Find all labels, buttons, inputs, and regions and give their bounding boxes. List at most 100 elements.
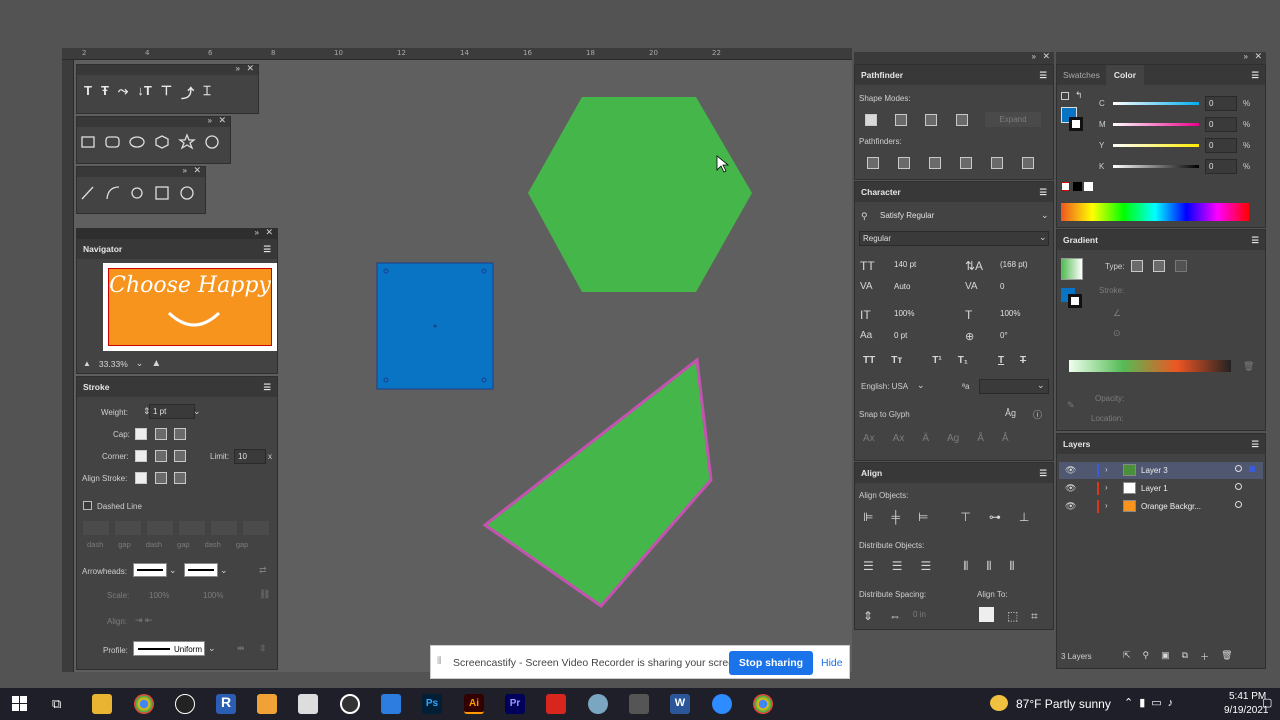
layer-name[interactable]: Layer 1 bbox=[1141, 484, 1168, 493]
close-icon[interactable]: ✕ bbox=[1042, 51, 1050, 62]
tracking-field[interactable]: 0 bbox=[997, 280, 1045, 295]
tab-color[interactable]: Color bbox=[1105, 65, 1145, 85]
channel-value-field[interactable]: 0 bbox=[1205, 138, 1237, 153]
end-arrowhead-select[interactable] bbox=[184, 563, 218, 577]
zoom-icon[interactable] bbox=[712, 694, 732, 714]
align-inside-stroke-icon[interactable] bbox=[155, 472, 167, 484]
distribute-hcenter-icon[interactable]: ⫴ bbox=[986, 559, 991, 574]
layer-name[interactable]: Orange Backgr... bbox=[1141, 502, 1201, 511]
proximity-snap-icon[interactable]: Ag bbox=[947, 433, 959, 444]
panel-menu-icon[interactable]: ☰ bbox=[1251, 70, 1265, 81]
kerning-field[interactable]: Auto bbox=[891, 280, 941, 295]
channel-value-field[interactable]: 0 bbox=[1205, 117, 1237, 132]
distribute-vcenter-icon[interactable]: ☰ bbox=[892, 559, 903, 574]
info-icon[interactable]: ⓘ bbox=[1033, 408, 1042, 421]
bevel-join-icon[interactable] bbox=[174, 450, 186, 462]
intersect-icon[interactable] bbox=[925, 114, 937, 126]
snap-glyph-icon[interactable]: Åg bbox=[1005, 408, 1016, 418]
angle-icon[interactable]: ∠ bbox=[1113, 308, 1121, 319]
task-view-icon[interactable]: ⧉ bbox=[52, 696, 61, 712]
align-left-icon[interactable]: ⊫ bbox=[863, 510, 873, 524]
target-circle-icon[interactable] bbox=[1235, 465, 1242, 472]
acrobat-icon[interactable] bbox=[546, 694, 566, 714]
zoom-level[interactable]: 33.33% bbox=[99, 359, 128, 369]
align-to-key-object-icon[interactable]: ⬚ bbox=[1007, 609, 1018, 623]
stroke-swatch[interactable] bbox=[1069, 117, 1083, 131]
photoshop-icon[interactable]: Ps bbox=[422, 694, 442, 714]
font-family-field[interactable]: Satisfy Regular bbox=[877, 209, 1039, 224]
chevron-down-icon[interactable]: ⌄ bbox=[917, 380, 925, 391]
chevron-down-icon[interactable]: ⌄ bbox=[169, 565, 177, 576]
expand-chevron-icon[interactable]: › bbox=[1105, 483, 1108, 492]
superscript-icon[interactable]: T¹ bbox=[932, 355, 941, 366]
panel-menu-icon[interactable]: ☰ bbox=[1039, 468, 1047, 479]
app-cloud-icon[interactable] bbox=[588, 694, 608, 714]
close-icon[interactable]: ✕ bbox=[193, 165, 201, 176]
round-cap-icon[interactable] bbox=[155, 428, 167, 440]
swap-arrowheads-icon[interactable]: ⇄ bbox=[259, 565, 267, 576]
app-icon[interactable] bbox=[257, 694, 277, 714]
collapse-icon[interactable]: » bbox=[183, 166, 187, 175]
app-circle-icon[interactable] bbox=[340, 694, 360, 714]
chevron-down-icon[interactable]: ⌄ bbox=[1037, 380, 1045, 391]
strikethrough-icon[interactable]: T bbox=[1020, 355, 1026, 366]
angular-snap-icon[interactable]: Å bbox=[977, 433, 984, 444]
expand-chevron-icon[interactable]: › bbox=[1105, 465, 1108, 474]
horizontal-ruler[interactable]: 2 4 6 8 10 12 14 16 18 20 22 bbox=[62, 48, 852, 60]
export-icon[interactable]: ⇱ bbox=[1123, 650, 1131, 663]
gap-field[interactable] bbox=[115, 521, 141, 535]
premiere-icon[interactable]: Pr bbox=[505, 694, 525, 714]
align-title[interactable]: Align bbox=[861, 468, 882, 478]
delete-icon[interactable]: 🗑 bbox=[1221, 650, 1232, 663]
windows-start-icon[interactable] bbox=[12, 696, 27, 711]
distribute-vspace-icon[interactable]: ⇕ bbox=[863, 609, 873, 623]
minus-back-icon[interactable] bbox=[1022, 157, 1034, 169]
spacing-field[interactable]: 0 in bbox=[913, 610, 926, 619]
expand-chevron-icon[interactable]: › bbox=[1105, 501, 1108, 510]
word-icon[interactable]: W bbox=[670, 694, 690, 714]
delete-stop-icon[interactable]: 🗑 bbox=[1243, 361, 1254, 372]
new-layer-icon[interactable]: ＋ bbox=[1200, 650, 1209, 663]
chevron-down-icon[interactable]: ⌄ bbox=[1041, 210, 1049, 221]
underline-icon[interactable]: T bbox=[998, 355, 1004, 366]
chevron-down-icon[interactable]: ⌄ bbox=[220, 565, 228, 576]
merge-icon[interactable] bbox=[929, 157, 941, 169]
clock-time[interactable]: 5:41 PM bbox=[1229, 691, 1266, 702]
channel-slider[interactable] bbox=[1113, 102, 1199, 105]
default-colors-icon[interactable] bbox=[1061, 92, 1069, 100]
dash-field[interactable] bbox=[211, 521, 237, 535]
paint-icon[interactable] bbox=[298, 694, 318, 714]
vertical-ruler[interactable] bbox=[62, 60, 74, 672]
hide-button[interactable]: Hide bbox=[821, 657, 843, 669]
x-height-snap-icon[interactable]: Ax bbox=[893, 433, 905, 444]
projecting-cap-icon[interactable] bbox=[174, 428, 186, 440]
vertical-type-tool-icon[interactable]: ↓T bbox=[137, 83, 151, 102]
layer-row[interactable]: 👁 › Layer 3 bbox=[1059, 462, 1263, 479]
freeform-gradient-icon[interactable] bbox=[1175, 260, 1187, 272]
rotation-field[interactable]: 0° bbox=[997, 329, 1045, 344]
arrow-align-icons[interactable]: ⇥ ⇤ bbox=[135, 615, 153, 626]
character-title[interactable]: Character bbox=[861, 187, 901, 197]
expand-button[interactable]: Expand bbox=[985, 112, 1041, 127]
weather-text[interactable]: 87°F Partly sunny bbox=[1016, 697, 1111, 711]
subscript-icon[interactable]: T₁ bbox=[958, 355, 968, 366]
gradient-slider[interactable] bbox=[1069, 360, 1231, 372]
vertical-scale-field[interactable]: 100% bbox=[891, 307, 941, 322]
crop-icon[interactable] bbox=[960, 157, 972, 169]
exclude-icon[interactable] bbox=[956, 114, 968, 126]
pathfinder-title[interactable]: Pathfinder bbox=[861, 70, 903, 80]
language-select[interactable]: English: USA bbox=[861, 382, 908, 391]
gap-field[interactable] bbox=[243, 521, 269, 535]
chevron-down-icon[interactable]: ⌄ bbox=[1039, 232, 1047, 243]
layer-name[interactable]: Layer 3 bbox=[1141, 466, 1168, 475]
zoom-out-icon[interactable]: ▲ bbox=[83, 359, 91, 368]
swap-colors-icon[interactable]: ↰ bbox=[1075, 90, 1083, 101]
reader-icon[interactable]: R bbox=[216, 694, 236, 714]
distribute-right-icon[interactable]: ⫴ bbox=[1009, 559, 1014, 574]
inkscape-icon[interactable] bbox=[175, 694, 195, 714]
channel-slider[interactable] bbox=[1113, 123, 1199, 126]
channel-slider[interactable] bbox=[1113, 165, 1199, 168]
dash-field[interactable] bbox=[147, 521, 173, 535]
distribute-bottom-icon[interactable]: ☰ bbox=[921, 559, 932, 574]
drag-handle-icon[interactable]: ⦀ bbox=[437, 656, 441, 667]
